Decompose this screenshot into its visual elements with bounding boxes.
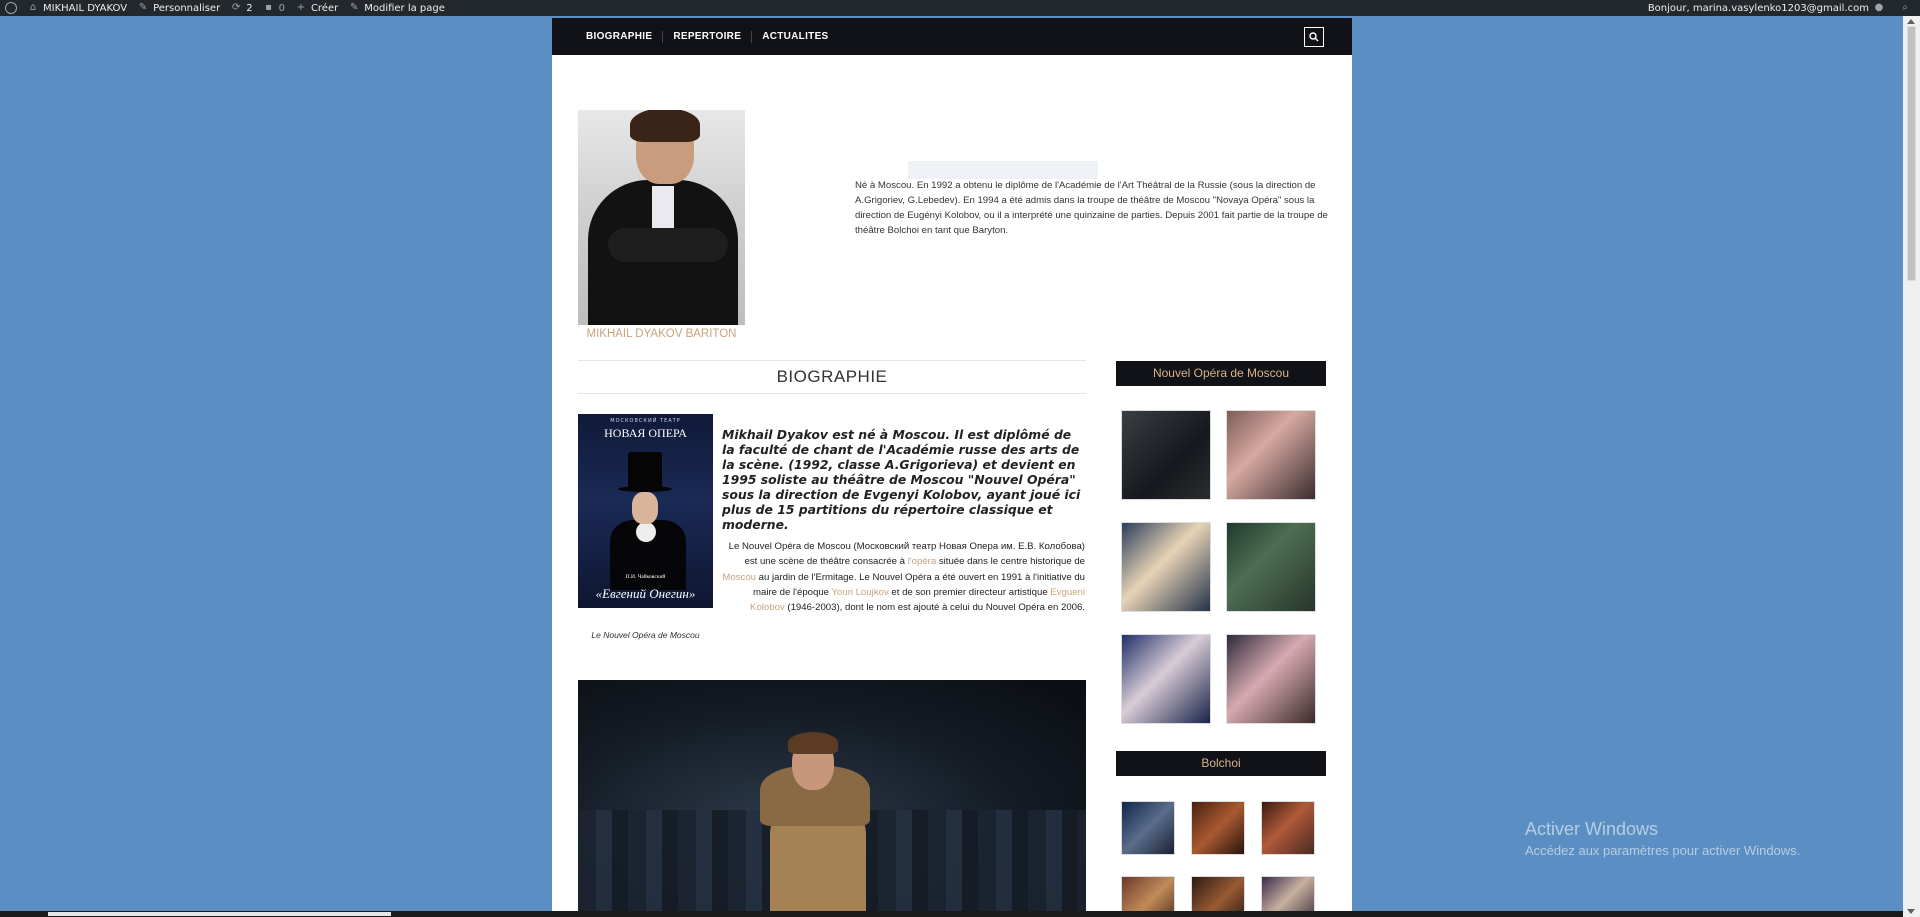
edit-page-link[interactable]: ✎ Modifier la page [343, 0, 450, 16]
scroll-down-icon[interactable] [1907, 909, 1915, 914]
page-container: BIOGRAPHIE REPERTOIRE ACTUALITES MIKHAIL… [552, 18, 1352, 917]
gallery-thumbnail[interactable] [1226, 634, 1316, 724]
updates-link[interactable]: ⟳ 2 [225, 0, 257, 16]
gallery-thumbnail[interactable] [1191, 801, 1245, 855]
brush-icon: ✎ [138, 2, 148, 13]
poster-caption: Le Nouvel Opéra de Moscou [591, 630, 700, 640]
gallery-thumbnail[interactable] [1261, 801, 1315, 855]
gallery-nouvel-opera-title: Nouvel Opéra de Moscou [1116, 361, 1326, 386]
refresh-icon: ⟳ [231, 2, 241, 13]
admin-search-button[interactable]: ⌕ [1894, 0, 1920, 16]
nav-search-button[interactable] [1304, 27, 1324, 47]
gallery-thumbnail[interactable] [1226, 410, 1316, 500]
gallery-bolchoi-title: Bolchoi [1116, 751, 1326, 776]
user-icon: ● [1874, 2, 1884, 13]
bio-body-text: Le Nouvel Opéra de Moscou (Московский те… [722, 541, 1085, 614]
account-menu[interactable]: Bonjour, marina.vasylenko1203@gmail.com ● [1643, 0, 1894, 16]
new-content-link[interactable]: + Créer [290, 0, 343, 16]
stage-performance-photo[interactable] [578, 680, 1086, 917]
main-nav: BIOGRAPHIE REPERTOIRE ACTUALITES [552, 18, 1352, 55]
admin-bar: ⌂ MIKHAIL DYAKOV ✎ Personnaliser ⟳ 2 ▪ 0 + Cr… [0, 0, 1920, 16]
gallery-thumbnail[interactable] [1121, 522, 1211, 612]
gallery-thumbnail[interactable] [1226, 522, 1316, 612]
scrollbar-thumb[interactable] [1907, 26, 1916, 281]
search-icon [1309, 32, 1319, 42]
plus-icon: + [296, 2, 306, 13]
wordpress-icon [5, 2, 17, 14]
home-icon: ⌂ [29, 2, 37, 13]
portrait-photo [578, 110, 745, 325]
site-name-link[interactable]: ⌂ MIKHAIL DYAKOV [22, 0, 132, 16]
nav-item-repertoire[interactable]: REPERTOIRE [663, 30, 753, 43]
taskbar-segment [48, 912, 391, 916]
opera-poster-image[interactable]: МОСКОВСКИЙ ТЕАТР НОВАЯ ОПЕРА П.И. Чайков… [578, 414, 713, 608]
portrait-caption: MIKHAIL DYAKOV BARITON [586, 328, 737, 340]
section-title: BIOGRAPHIE [578, 360, 1086, 394]
faded-banner [908, 161, 1098, 179]
gallery-thumbnail[interactable] [1121, 410, 1211, 500]
pencil-icon: ✎ [350, 2, 359, 13]
comments-link[interactable]: ▪ 0 [258, 0, 290, 16]
gallery-thumbnail[interactable] [1121, 801, 1175, 855]
search-icon: ⌕ [1902, 2, 1908, 13]
link-loujkov[interactable]: Youri Loujkov [832, 587, 889, 598]
page-scrollbar[interactable] [1903, 16, 1920, 917]
intro-text: Né à Moscou. En 1992 a obtenu le diplôme… [855, 180, 1328, 236]
link-opera[interactable]: l'opéra [908, 556, 937, 567]
nav-item-biographie[interactable]: BIOGRAPHIE [586, 30, 664, 43]
link-moscou[interactable]: Moscou [722, 572, 756, 583]
taskbar-strip [0, 911, 1903, 917]
comment-icon: ▪ [265, 2, 272, 13]
windows-activation-watermark: Activer Windows Accédez aux paramètres p… [1525, 819, 1801, 858]
customize-link[interactable]: ✎ Personnaliser [132, 0, 225, 16]
scroll-up-icon[interactable] [1907, 19, 1915, 24]
bio-lead-text: Mikhail Dyakov est né à Moscou. Il est d… [722, 427, 1081, 532]
nav-item-actualites[interactable]: ACTUALITES [752, 31, 838, 43]
gallery-thumbnail[interactable] [1121, 634, 1211, 724]
wp-logo-menu[interactable] [0, 0, 22, 16]
